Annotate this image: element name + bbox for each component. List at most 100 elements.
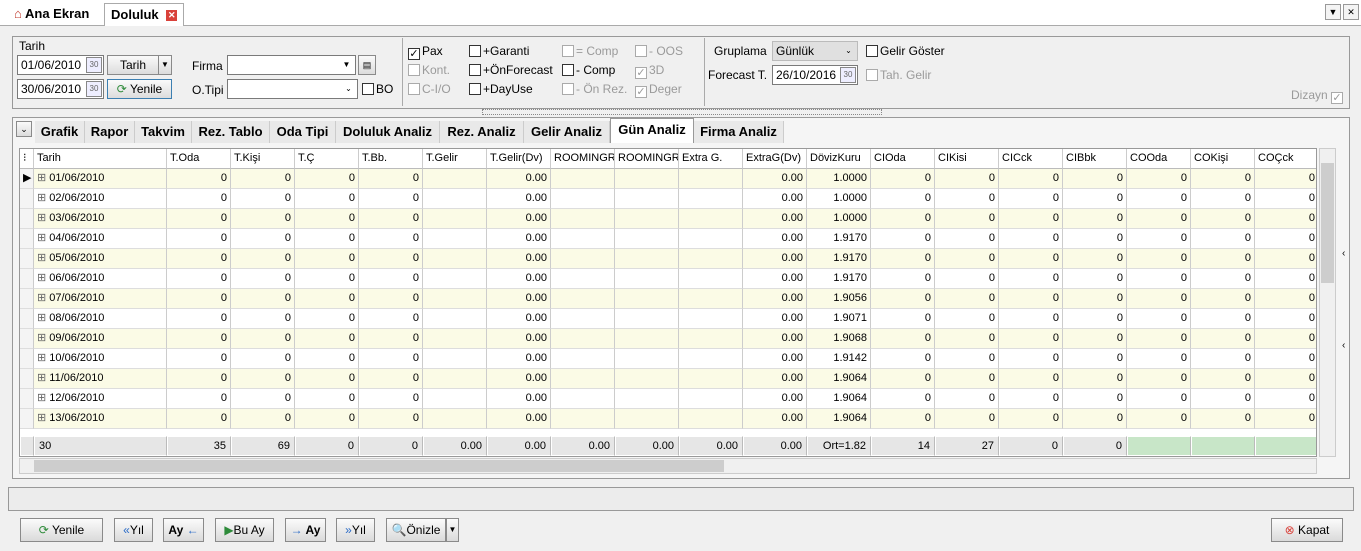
table-cell[interactable]: 0 (295, 409, 359, 429)
table-cell[interactable]: 0 (871, 189, 935, 209)
table-cell[interactable] (679, 309, 743, 329)
expand-icon[interactable]: ⊞ (37, 212, 49, 224)
table-cell[interactable]: 0 (359, 169, 423, 189)
dayuse-checkbox[interactable]: +DayUse (469, 81, 533, 97)
table-cell[interactable]: 0.00 (743, 389, 807, 409)
table-cell[interactable] (423, 229, 487, 249)
table-cell[interactable]: 0 (1255, 329, 1316, 349)
table-cell[interactable] (423, 349, 487, 369)
bo-checkbox[interactable]: BO (362, 81, 393, 97)
date-cell[interactable]: ⊞ 09/06/2010 (34, 329, 167, 349)
table-cell[interactable] (551, 389, 615, 409)
table-cell[interactable]: 0.00 (743, 309, 807, 329)
expand-icon[interactable]: ⊞ (37, 172, 49, 184)
table-cell[interactable] (551, 209, 615, 229)
calendar-icon[interactable]: 30 (86, 57, 102, 73)
table-cell[interactable] (679, 209, 743, 229)
table-cell[interactable]: 0 (999, 389, 1063, 409)
table-cell[interactable]: 0.00 (743, 409, 807, 429)
table-cell[interactable]: 1.9068 (807, 329, 871, 349)
date-cell[interactable]: ⊞ 11/06/2010 (34, 369, 167, 389)
table-cell[interactable]: 0 (999, 209, 1063, 229)
chevron-down-icon[interactable]: ▼ (158, 55, 172, 75)
tarih-button[interactable]: Tarih (107, 55, 159, 75)
table-cell[interactable] (423, 369, 487, 389)
table-cell[interactable] (423, 249, 487, 269)
ay-forward-button[interactable]: → Ay (285, 518, 326, 542)
table-cell[interactable]: 0 (871, 169, 935, 189)
column-header[interactable]: COOda (1127, 149, 1191, 169)
table-cell[interactable]: 0 (1255, 309, 1316, 329)
table-cell[interactable]: 0.00 (487, 389, 551, 409)
column-header[interactable]: ROOMINGRE (615, 149, 679, 169)
date-cell[interactable]: ⊞ 12/06/2010 (34, 389, 167, 409)
column-header[interactable]: CIOda (871, 149, 935, 169)
row-indicator[interactable]: ▶ (20, 169, 34, 189)
table-cell[interactable]: 0 (167, 349, 231, 369)
tah-gelir-checkbox[interactable]: Tah. Gelir (866, 67, 931, 83)
table-cell[interactable]: 0 (1255, 349, 1316, 369)
table-cell[interactable]: 0 (1191, 349, 1255, 369)
table-cell[interactable]: 1.9064 (807, 409, 871, 429)
column-header[interactable]: T.Kişi (231, 149, 295, 169)
table-cell[interactable]: 0 (295, 269, 359, 289)
yil-forward-button[interactable]: »Yıl (336, 518, 375, 542)
column-header[interactable]: ROOMINGRE (551, 149, 615, 169)
tab-grafik[interactable]: Grafik (35, 121, 85, 143)
table-cell[interactable]: 0 (231, 369, 295, 389)
table-cell[interactable]: 1.9170 (807, 229, 871, 249)
table-cell[interactable] (679, 229, 743, 249)
table-cell[interactable] (423, 169, 487, 189)
eq-comp-checkbox[interactable]: = Comp (562, 43, 618, 59)
table-cell[interactable]: 0 (295, 349, 359, 369)
table-cell[interactable]: 0.00 (487, 249, 551, 269)
date-cell[interactable]: ⊞ 02/06/2010 (34, 189, 167, 209)
date-cell[interactable]: ⊞ 06/06/2010 (34, 269, 167, 289)
table-cell[interactable]: 0 (1191, 369, 1255, 389)
close-icon[interactable]: ✕ (1343, 4, 1359, 20)
dizayn-checkbox[interactable]: Dizayn ✓ (1291, 87, 1345, 104)
bu-ay-button[interactable]: ▶Bu Ay (215, 518, 274, 542)
table-cell[interactable]: 0 (935, 369, 999, 389)
table-cell[interactable]: 0 (1191, 209, 1255, 229)
table-cell[interactable]: 0.00 (743, 209, 807, 229)
kont-checkbox[interactable]: Kont. (408, 62, 450, 78)
table-cell[interactable] (423, 269, 487, 289)
table-cell[interactable]: 0 (871, 369, 935, 389)
row-indicator[interactable] (20, 249, 34, 269)
row-indicator[interactable] (20, 309, 34, 329)
table-cell[interactable]: 0 (999, 169, 1063, 189)
date-cell[interactable]: ⊞ 13/06/2010 (34, 409, 167, 429)
minus-comp-checkbox[interactable]: - Comp (562, 62, 615, 78)
column-header[interactable]: Tarih (34, 149, 167, 169)
table-cell[interactable]: 0 (1255, 269, 1316, 289)
table-cell[interactable]: 0.00 (743, 329, 807, 349)
table-cell[interactable]: 0 (1191, 169, 1255, 189)
table-cell[interactable] (679, 169, 743, 189)
table-cell[interactable] (423, 409, 487, 429)
table-cell[interactable] (679, 329, 743, 349)
chevron-down-icon[interactable]: ⌄ (16, 121, 32, 137)
table-cell[interactable]: 0 (231, 229, 295, 249)
table-cell[interactable]: 0 (231, 349, 295, 369)
column-header[interactable]: ExtraG(Dv) (743, 149, 807, 169)
otipi-select[interactable]: ⌄ (227, 79, 358, 99)
table-cell[interactable] (615, 369, 679, 389)
table-cell[interactable]: 0 (167, 249, 231, 269)
table-cell[interactable]: 0 (1063, 269, 1127, 289)
table-cell[interactable]: 0 (1191, 229, 1255, 249)
expand-icon[interactable]: ⊞ (37, 372, 49, 384)
expand-icon[interactable]: ⊞ (37, 332, 49, 344)
table-cell[interactable]: 0 (1191, 329, 1255, 349)
table-cell[interactable]: 0.00 (487, 329, 551, 349)
table-cell[interactable]: 0 (871, 249, 935, 269)
table-cell[interactable]: 0 (231, 269, 295, 289)
pax-checkbox[interactable]: ✓ Pax (408, 43, 443, 60)
table-cell[interactable]: 0.00 (743, 349, 807, 369)
table-cell[interactable] (679, 349, 743, 369)
table-cell[interactable]: 0 (167, 409, 231, 429)
chevron-down-icon[interactable]: ▼ (1325, 4, 1341, 20)
table-cell[interactable]: 0 (231, 389, 295, 409)
row-indicator[interactable] (20, 189, 34, 209)
tab-rapor[interactable]: Rapor (85, 121, 135, 143)
